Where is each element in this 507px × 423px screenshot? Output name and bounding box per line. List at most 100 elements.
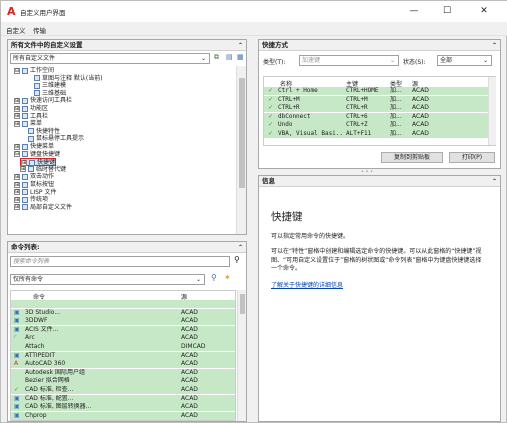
- tree-item[interactable]: ⊞ 快捷菜单: [14, 143, 54, 151]
- tree-item-label: 快捷菜单: [30, 143, 55, 150]
- cell-key: CTRL+6: [346, 112, 368, 120]
- table-row[interactable]: ✓ dbConnect CTRL+6 加... ACAD: [264, 112, 489, 121]
- list-item[interactable]: A AutoCAD 360 ACAD: [11, 360, 235, 369]
- tree-item-label: 鼠标按钮: [30, 181, 55, 188]
- list-item[interactable]: ▣ Chprop ACAD: [11, 411, 235, 420]
- list-item[interactable]: Attach DIMCAD: [11, 343, 235, 352]
- copy-to-clipboard-button[interactable]: 复制到剪贴板: [381, 152, 443, 163]
- command-icon: ◜: [14, 334, 17, 342]
- tree-item[interactable]: ⊞ 菜单: [14, 120, 42, 128]
- list-item[interactable]: ▣ CAD 标准, 配置... ACAD: [11, 394, 235, 403]
- tree-item[interactable]: ⊟ 工作空间: [14, 67, 54, 75]
- list-item[interactable]: Bezier 拟合网格 ACAD: [11, 377, 235, 386]
- table-row[interactable]: ✓ CTRL+R CTRL+R 加... ACAD: [264, 104, 489, 113]
- expand-icon[interactable]: ⊞: [14, 181, 20, 188]
- tab-transfer[interactable]: 传输: [33, 25, 46, 35]
- customization-file-select[interactable]: 所有自定义文件 ⌄: [10, 53, 210, 64]
- collapse-icon[interactable]: ⌃: [238, 242, 243, 253]
- list-item[interactable]: ▣ CAD 标准, 图层转换器... ACAD: [11, 403, 235, 412]
- node-icon: [22, 196, 28, 203]
- cell-src: ACAD: [412, 87, 429, 94]
- command-source: ACAD: [181, 403, 198, 411]
- command-list-panel: 命令列表: ⌃ 搜索命令列表 ⚲ 仅所有命令 ⌄ ⚲ ✶ 命令 源 ▣ 3D Stud…: [7, 241, 247, 422]
- cell-name: Ctrl + Home: [278, 87, 318, 94]
- tree-item[interactable]: ⊞ 快捷键: [20, 158, 57, 166]
- tree-item[interactable]: ⊞ 局部自定义文件: [14, 204, 72, 212]
- command-scrollbar[interactable]: [237, 290, 246, 421]
- tree-item-label: 功能区: [30, 105, 49, 112]
- list-item[interactable]: ✓ CAD 标准, 检查... ACAD: [11, 386, 235, 395]
- list-item[interactable]: ▣ ATTIPEDIT ACAD: [11, 351, 235, 360]
- expand-icon[interactable]: ⊞: [14, 97, 20, 104]
- shortcut-scrollbar[interactable]: [488, 77, 496, 145]
- list-item[interactable]: ▣ 3DDWF ACAD: [11, 317, 235, 326]
- expand-icon[interactable]: ⊞: [14, 196, 20, 203]
- tree-item[interactable]: 三维建模: [26, 82, 66, 90]
- tree-item[interactable]: ⊞ 双击动作: [14, 173, 54, 181]
- tree-item[interactable]: ⊞ 鼠标按钮: [14, 181, 54, 189]
- expand-icon[interactable]: ⊞: [14, 204, 20, 211]
- node-icon: [22, 143, 28, 150]
- table-row[interactable]: ✓ Undo CTRL+Z 加... ACAD: [264, 121, 489, 130]
- expand-icon[interactable]: ⊞: [20, 166, 26, 173]
- save-file-icon[interactable]: ▤: [226, 53, 233, 61]
- tree-item-label: 双击动作: [30, 173, 55, 181]
- learn-more-link[interactable]: 了解关于快捷键的详细信息: [271, 280, 343, 289]
- expand-icon[interactable]: ⊞: [21, 159, 27, 166]
- check-icon: ✓: [268, 87, 274, 94]
- minimize-button[interactable]: —: [401, 3, 427, 20]
- list-item[interactable]: Autodesk 国际用户组 ACAD: [11, 368, 235, 377]
- table-row[interactable]: ✓ VBA, Visual Basi... ALT+F11 加... ACAD: [264, 130, 489, 139]
- table-row[interactable]: ✓ CTRL+M CTRL+M 加... ACAD: [264, 95, 489, 104]
- collapse-icon[interactable]: ⌃: [238, 40, 243, 51]
- expand-icon[interactable]: ⊞: [14, 189, 20, 196]
- check-icon: ✓: [268, 95, 274, 103]
- command-search-input[interactable]: 搜索命令列表: [10, 256, 230, 267]
- tree-item[interactable]: ⊞ 传统项: [14, 196, 48, 204]
- cell-src: ACAD: [412, 95, 429, 103]
- node-icon: [22, 151, 28, 158]
- new-command-icon[interactable]: ✶: [224, 273, 231, 282]
- expand-icon[interactable]: ⊞: [14, 120, 20, 127]
- print-button[interactable]: 打印(P): [449, 152, 495, 163]
- collapse-icon[interactable]: ⌃: [492, 176, 497, 187]
- open-file-icon[interactable]: ⧉: [214, 53, 219, 62]
- collapse-icon[interactable]: ⌃: [492, 40, 497, 51]
- expand-icon[interactable]: ⊞: [14, 105, 20, 112]
- command-source: ACAD: [181, 411, 198, 419]
- tree-scrollbar[interactable]: [236, 66, 246, 234]
- list-item[interactable]: [11, 300, 235, 309]
- command-filter-select[interactable]: 仅所有命令 ⌄: [10, 274, 205, 285]
- node-icon: [34, 75, 40, 82]
- chevron-down-icon: ⌄: [389, 57, 395, 64]
- type-select[interactable]: 加速键 ⌄: [299, 55, 399, 66]
- load-file-icon[interactable]: ▦: [237, 53, 244, 61]
- list-item[interactable]: ◜ Arc ACAD: [11, 334, 235, 343]
- tree-item-label: 鼠标悬停工具提示: [36, 135, 85, 143]
- command-name: CAD 标准, 检查...: [25, 386, 74, 393]
- list-item[interactable]: ▣ 3D Studio... ACAD: [11, 308, 235, 317]
- tree-item[interactable]: ⊞ 快速访问工具栏: [14, 97, 72, 105]
- close-button[interactable]: ✕: [471, 3, 497, 20]
- tree-item[interactable]: ⊞ 功能区: [14, 105, 48, 113]
- info-summary: 可以指定常用命令的快捷键。: [271, 233, 350, 240]
- tab-customize[interactable]: 自定义: [6, 25, 26, 35]
- expand-icon[interactable]: ⊟: [14, 67, 20, 74]
- find-command-icon[interactable]: ⚲: [211, 273, 217, 282]
- command-rows: ▣ 3D Studio... ACAD ▣ 3DDWF ACAD ▣ ACIS 文件... AC…: [11, 300, 235, 421]
- check-icon: ✓: [268, 130, 274, 137]
- expand-icon[interactable]: ⊞: [14, 143, 20, 150]
- tree-item[interactable]: 鼠标悬停工具提示: [20, 135, 84, 143]
- expand-icon[interactable]: ⊟: [14, 151, 20, 158]
- command-icon: ✓: [14, 386, 20, 393]
- search-icon[interactable]: ⚲: [234, 255, 240, 264]
- maximize-button[interactable]: ☐: [434, 3, 460, 20]
- table-row[interactable]: ✓ Ctrl + Home CTRL+HOME 加... ACAD: [264, 87, 489, 96]
- command-scroll-thumb[interactable]: [240, 294, 245, 314]
- status-select[interactable]: 全部 ⌄: [437, 55, 492, 66]
- tree-item[interactable]: ⊟ 键盘快捷键: [14, 151, 60, 159]
- expand-icon[interactable]: ⊞: [14, 173, 20, 180]
- list-item[interactable]: ▣ ACIS 文件... ACAD: [11, 325, 235, 334]
- tree-scroll-thumb[interactable]: [239, 78, 245, 188]
- expand-icon[interactable]: ⊞: [14, 113, 20, 120]
